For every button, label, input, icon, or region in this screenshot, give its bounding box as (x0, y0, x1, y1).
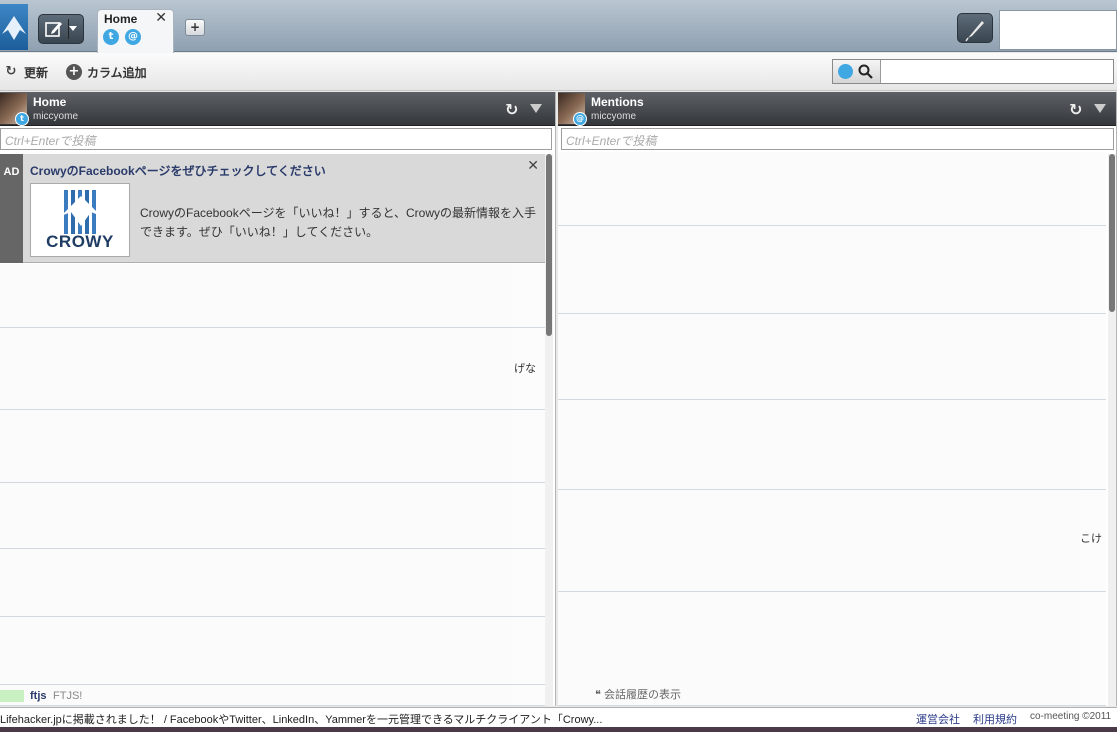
refresh-icon[interactable]: ↻ (505, 100, 518, 119)
tweet-row[interactable] (0, 410, 545, 483)
tweet-text: FTJS! (53, 690, 83, 702)
search-input[interactable] (882, 60, 1113, 83)
scrollbar[interactable] (545, 154, 553, 706)
copyright: co-meeting ©2011 (1030, 711, 1112, 722)
refresh-button[interactable]: ↻ 更新 (3, 63, 48, 81)
tweet-row[interactable] (558, 400, 1106, 490)
refresh-label: 更新 (24, 65, 49, 80)
terms-link[interactable]: 利用規約 (973, 711, 1017, 727)
tweet-list: こけ (558, 152, 1106, 706)
tweet-text-fragment: げな (514, 363, 536, 375)
news-ticker[interactable]: Lifehacker.jpに掲載されました！ / FacebookやTwitte… (0, 711, 602, 727)
company-link[interactable]: 運営会社 (916, 711, 960, 727)
mention-icon: @ (573, 112, 587, 126)
chevron-down-icon[interactable] (1094, 104, 1106, 113)
top-bar: Home ✕ t @ + (0, 0, 1117, 53)
mention-icon: @ (125, 29, 141, 45)
ad-banner: AD CrowyのFacebookページをぜひチェックしてください ✕ CROW… (0, 154, 545, 263)
column-header: @ Mentions miccyome ↻ (558, 92, 1116, 126)
add-column-button[interactable]: + カラム追加 (66, 63, 147, 81)
close-icon[interactable]: ✕ (527, 158, 539, 174)
tab-home[interactable]: Home ✕ t @ (97, 9, 174, 53)
footer: Lifehacker.jpに掲載されました！ / FacebookやTwitte… (0, 707, 1117, 727)
account-area[interactable] (999, 10, 1117, 50)
search-box (832, 59, 1114, 84)
quill-button[interactable] (957, 13, 993, 43)
refresh-icon: ↻ (5, 64, 17, 79)
tweet-user[interactable]: ftjs (30, 690, 47, 702)
column-title: Mentions (591, 95, 644, 109)
tweet-row[interactable] (558, 152, 1106, 226)
avatar[interactable]: @ (558, 93, 587, 126)
ad-title[interactable]: CrowyのFacebookページをぜひチェックしてください (30, 162, 326, 179)
conversation-history-label: 会話履歴の表示 (603, 689, 681, 701)
ad-image[interactable]: CROWY (30, 183, 130, 257)
scrollbar[interactable] (1108, 154, 1116, 706)
tweet-text-fragment: こけ (1080, 533, 1102, 545)
search-icon (858, 64, 873, 79)
column-title: Home (33, 95, 67, 109)
tab-label: Home (104, 12, 138, 26)
tweet-row[interactable] (0, 617, 545, 685)
ad-image-word: CROWY (46, 232, 114, 251)
close-icon[interactable]: ✕ (155, 10, 167, 26)
quill-icon (965, 21, 984, 42)
toolbar: ↻ 更新 + カラム追加 (0, 53, 1117, 91)
search-button[interactable] (833, 60, 881, 83)
plus-icon: + (66, 64, 82, 80)
avatar[interactable]: t (0, 93, 29, 126)
scroll-thumb[interactable] (1109, 154, 1115, 312)
crowy-app: Home ✕ t @ + ↻ 更新 + カラム追加 t Home miccyom… (0, 0, 1117, 732)
tweet-row[interactable] (0, 549, 545, 617)
tweet-row[interactable] (558, 314, 1106, 400)
tweet-row[interactable] (558, 226, 1106, 314)
post-input[interactable]: Ctrl+Enterで投稿 (0, 128, 552, 150)
speech-bubble-icon: ❝ (595, 689, 604, 701)
twitter-icon: t (15, 112, 29, 126)
ad-tag: AD (0, 154, 23, 263)
column-mentions: @ Mentions miccyome ↻ Ctrl+Enterで投稿 こけ (558, 92, 1117, 706)
column-user: miccyome (591, 111, 637, 122)
scroll-thumb[interactable] (546, 154, 552, 336)
tweet-row[interactable]: げな (0, 328, 545, 410)
column-home: t Home miccyome ↻ Ctrl+Enterで投稿 AD Crowy… (0, 92, 556, 706)
compose-icon (45, 22, 62, 37)
twitter-icon (838, 64, 853, 79)
conversation-history-link[interactable]: ❝ 会話履歴の表示 (595, 686, 681, 702)
tweet-highlight (0, 690, 24, 702)
tweet-row[interactable]: ftjs FTJS! (0, 688, 545, 704)
tweet-row[interactable] (0, 264, 545, 328)
add-tab-button[interactable]: + (185, 19, 205, 36)
desktop-strip (0, 727, 1117, 732)
tweet-row[interactable]: こけ (558, 490, 1106, 592)
crowy-logo-icon (61, 190, 101, 234)
ad-body: CrowyのFacebookページを「いいね！」すると、Crowyの最新情報を入… (140, 206, 536, 239)
tweet-row[interactable] (0, 483, 545, 549)
twitter-icon: t (103, 29, 119, 45)
compose-button[interactable] (38, 14, 84, 44)
chevron-down-icon[interactable] (530, 104, 542, 113)
add-column-label: カラム追加 (87, 65, 147, 80)
refresh-icon[interactable]: ↻ (1069, 100, 1082, 119)
post-input[interactable]: Ctrl+Enterで投稿 (561, 128, 1114, 150)
chevron-down-icon[interactable] (69, 26, 77, 31)
tweet-list: げな (0, 264, 545, 706)
column-user: miccyome (33, 111, 79, 122)
crowy-logo-icon[interactable] (0, 4, 28, 50)
column-header: t Home miccyome ↻ (0, 92, 555, 126)
